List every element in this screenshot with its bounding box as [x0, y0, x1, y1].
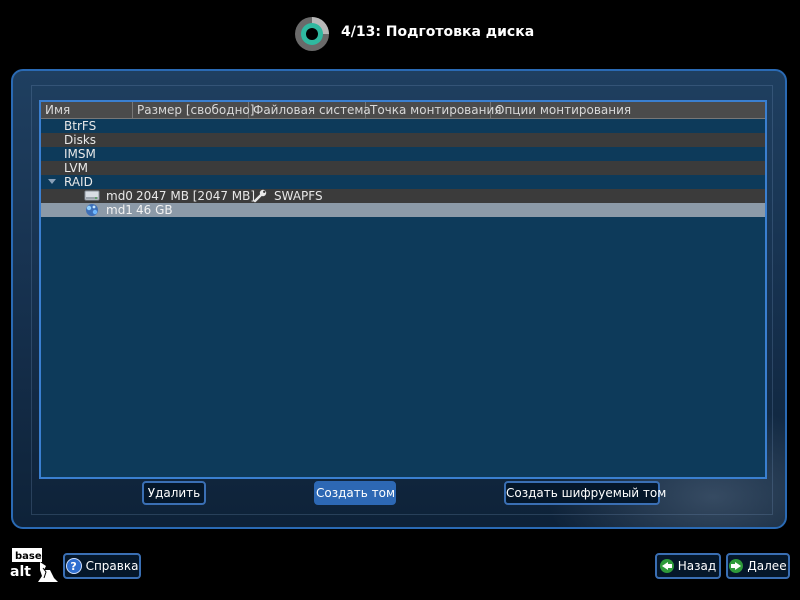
device-size: 46 GB [136, 203, 173, 217]
raid-array-icon [86, 204, 98, 216]
device-size: 2047 MB [2047 MB] [136, 189, 256, 203]
tree-row-label: Disks [64, 133, 97, 147]
page-title: 4/13: Подготовка диска [341, 24, 535, 40]
help-button[interactable]: ? Справка [63, 553, 141, 579]
back-button[interactable]: Назад [655, 553, 721, 579]
tree-row-label: BtrFS [64, 119, 97, 133]
tree-row-label: RAID [64, 175, 93, 189]
column-name[interactable]: Имя [41, 102, 133, 118]
main-panel: Имя Размер [свободно] Файловая система Т… [11, 69, 787, 529]
column-mountpoint[interactable]: Точка монтирования [366, 102, 501, 118]
tree-row-md0[interactable]: md0 2047 MB [2047 MB] SWAPFS [41, 189, 765, 203]
logo-text-top: base [15, 551, 42, 562]
back-label: Назад [677, 559, 717, 573]
logo-text-bottom: alt [10, 564, 31, 580]
column-size[interactable]: Размер [свободно] [133, 102, 254, 118]
wrench-icon [253, 189, 267, 203]
create-volume-button[interactable]: Создать том [314, 481, 396, 505]
device-filesystem: SWAPFS [274, 189, 323, 203]
partition-tree[interactable]: Имя Размер [свободно] Файловая система Т… [39, 100, 767, 479]
tree-header: Имя Размер [свободно] Файловая система Т… [41, 102, 765, 119]
tree-row-imsm[interactable]: IMSM [41, 147, 765, 161]
header: 4/13: Подготовка диска [0, 0, 800, 66]
arrow-right-icon [729, 559, 744, 573]
tree-row-label: LVM [64, 161, 88, 175]
tree-row-lvm[interactable]: LVM [41, 161, 765, 175]
basealt-logo: base alt [10, 548, 58, 582]
progress-ring-icon [295, 17, 329, 51]
arrow-left-icon [659, 559, 674, 573]
help-label: Справка [85, 559, 139, 573]
tree-row-disks[interactable]: Disks [41, 133, 765, 147]
create-encrypted-volume-button[interactable]: Создать шифруемый том [504, 481, 666, 505]
column-mount-options[interactable]: Опции монтирования [491, 102, 763, 118]
next-label: Далее [747, 559, 787, 573]
tree-row-label: IMSM [64, 147, 96, 161]
column-filesystem[interactable]: Файловая система [249, 102, 371, 118]
expand-arrow-icon[interactable] [48, 179, 56, 184]
drive-icon [84, 190, 100, 201]
tree-row-md1[interactable]: md1 46 GB [41, 203, 765, 217]
tree-row-btrfs[interactable]: BtrFS [41, 119, 765, 133]
next-button[interactable]: Далее [726, 553, 790, 579]
device-name: md1 [106, 203, 133, 217]
delete-button[interactable]: Удалить [142, 481, 206, 505]
help-icon: ? [65, 558, 82, 574]
tree-row-raid[interactable]: RAID [41, 175, 765, 189]
device-name: md0 [106, 189, 133, 203]
